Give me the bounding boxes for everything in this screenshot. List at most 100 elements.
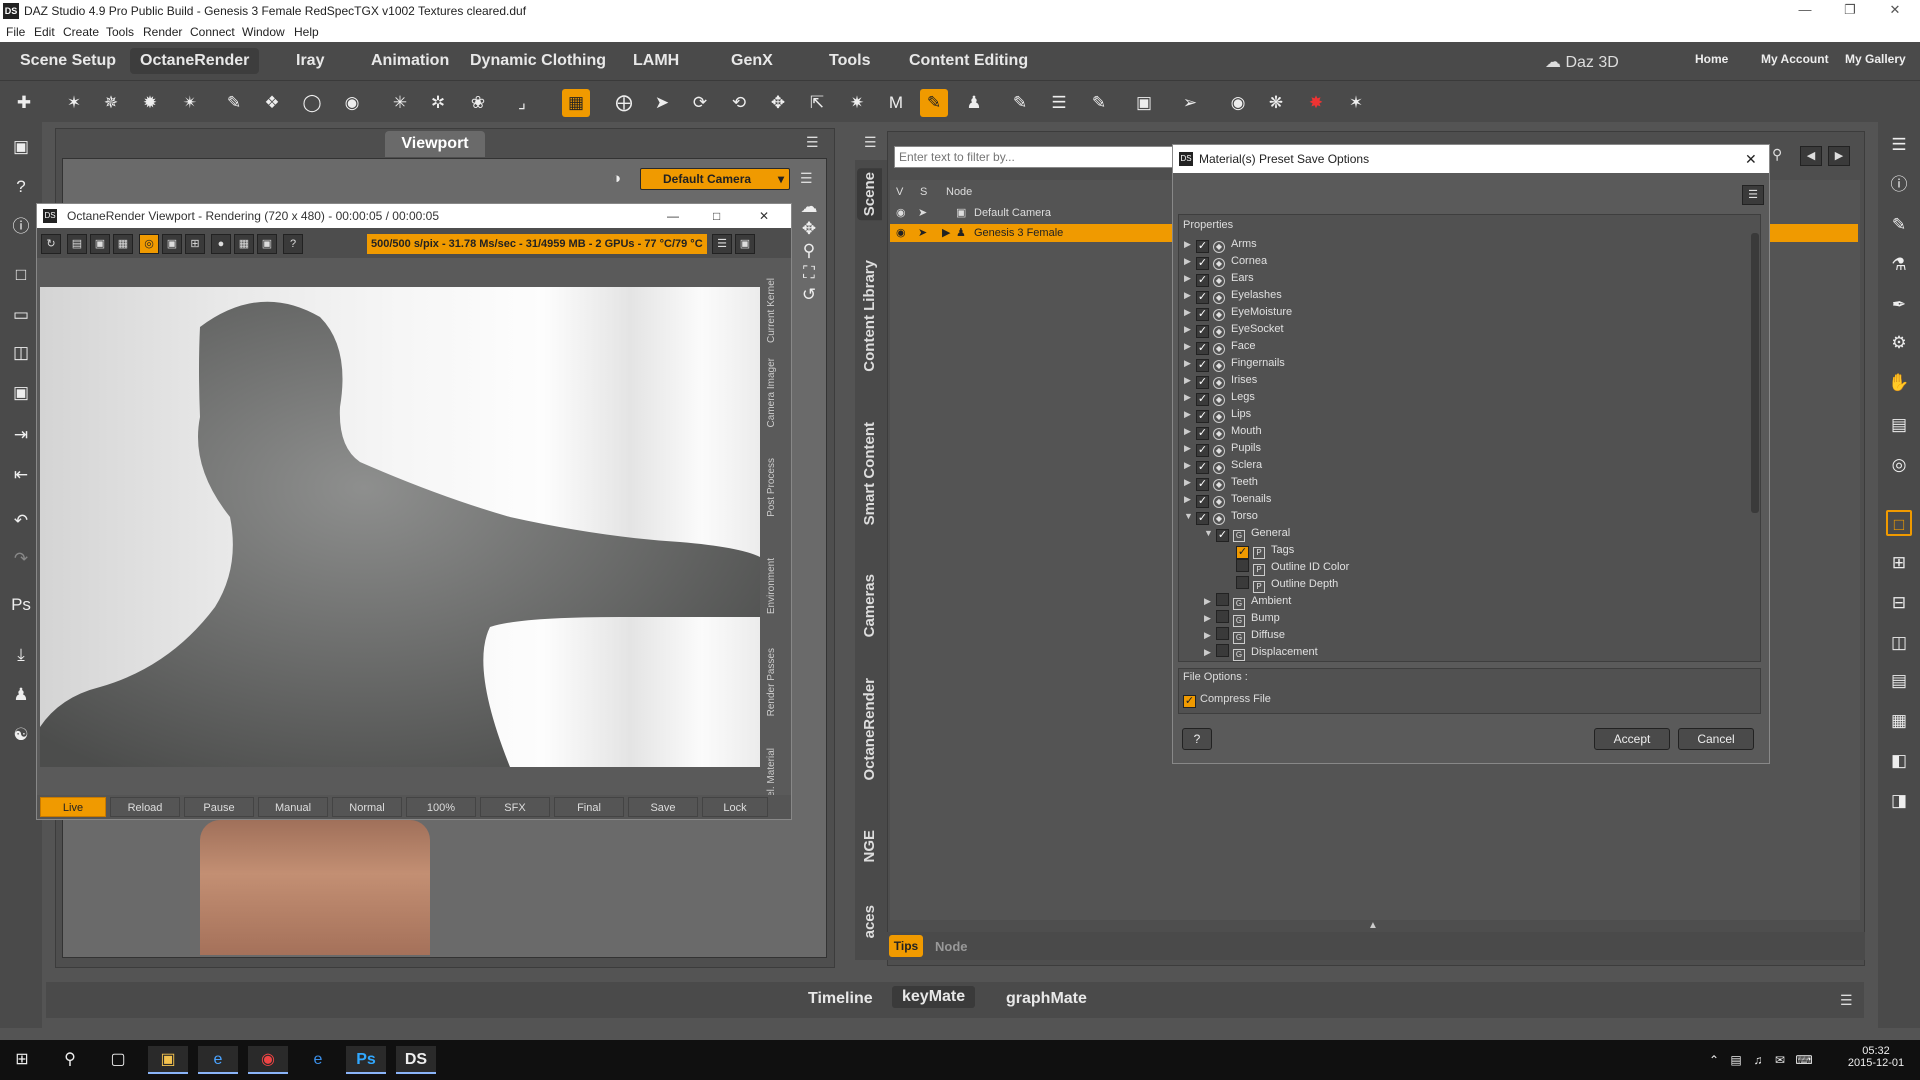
paint-icon[interactable]: ✎ bbox=[920, 89, 948, 117]
checkbox-icon[interactable] bbox=[1236, 559, 1249, 572]
joint-editor-icon[interactable]: ❖ bbox=[258, 89, 286, 117]
property-group-row[interactable]: ▶ ✓ ◆ Fingernails bbox=[1184, 355, 1285, 372]
octane-region-icon[interactable]: ▦ bbox=[113, 234, 133, 254]
camera-selector[interactable]: Default Camera ▾ bbox=[640, 168, 790, 190]
collapse-icon[interactable]: ▼ bbox=[1204, 525, 1216, 542]
octane-matrix-icon[interactable]: ▦ bbox=[234, 234, 254, 254]
octane-maximize-icon[interactable]: □ bbox=[713, 204, 720, 228]
keyboard-icon[interactable]: ⌨ bbox=[1792, 1046, 1816, 1074]
search-icon[interactable]: ⚲ bbox=[1772, 146, 1782, 163]
lock-button[interactable]: Lock bbox=[702, 797, 768, 817]
expand-icon[interactable]: ▶ bbox=[1184, 287, 1196, 304]
checkbox-icon[interactable]: ✓ bbox=[1196, 393, 1209, 406]
expand-icon[interactable]: ▶ bbox=[1184, 236, 1196, 253]
expand-icon[interactable]: ▶ bbox=[1184, 372, 1196, 389]
tab-genx[interactable]: GenX bbox=[731, 52, 773, 70]
help-icon[interactable]: ? bbox=[8, 174, 34, 200]
property-group-row[interactable]: ▶ ✓ ◆ Irises bbox=[1184, 372, 1257, 389]
menu-create[interactable]: Create bbox=[63, 25, 99, 39]
property-group-row[interactable]: ▶ ✓ ◆ Face bbox=[1184, 338, 1255, 355]
expand-icon[interactable]: ▶ bbox=[1184, 321, 1196, 338]
redo-icon[interactable]: ↷ bbox=[8, 546, 34, 572]
rotate-tool-icon[interactable]: ✹ bbox=[136, 89, 164, 117]
checkbox-icon[interactable]: ✓ bbox=[1196, 308, 1209, 321]
tab-scene-setup[interactable]: Scene Setup bbox=[20, 52, 116, 70]
octane-minimize-icon[interactable]: — bbox=[667, 204, 679, 228]
menu-window[interactable]: Window bbox=[242, 25, 285, 39]
geometry-editor-icon[interactable]: ✳ bbox=[386, 89, 414, 117]
menu-help[interactable]: Help bbox=[294, 25, 319, 39]
property-group-row[interactable]: ▶ ✓ ◆ Cornea bbox=[1184, 253, 1267, 270]
checkbox-icon[interactable]: ✓ bbox=[1196, 291, 1209, 304]
list-icon[interactable]: ▤ bbox=[1886, 412, 1912, 438]
property-row[interactable]: ✓ P Tags bbox=[1224, 542, 1294, 559]
tab-render-passes[interactable]: Render Passes bbox=[766, 648, 777, 716]
tab-nge[interactable]: NGE bbox=[861, 830, 878, 863]
save-icon[interactable]: ▣ bbox=[8, 380, 34, 406]
property-group-row[interactable]: ▶ ✓ ◆ Arms bbox=[1184, 236, 1257, 253]
tab-smart-content[interactable]: Smart Content bbox=[861, 422, 878, 525]
tab-tips[interactable]: Tips bbox=[889, 935, 923, 957]
property-group-row[interactable]: ▶ ✓ ◆ Ears bbox=[1184, 270, 1254, 287]
figure-icon[interactable]: ♟ bbox=[960, 89, 988, 117]
checkbox-icon[interactable]: ✓ bbox=[1196, 342, 1209, 355]
nav-back-icon[interactable]: ◀ bbox=[1800, 146, 1822, 166]
menu-file[interactable]: File bbox=[6, 25, 25, 39]
sfx-button[interactable]: SFX bbox=[480, 797, 550, 817]
expand-icon[interactable]: ▶ bbox=[1184, 355, 1196, 372]
nav-forward-icon[interactable]: ▶ bbox=[1828, 146, 1850, 166]
compress-file-checkbox[interactable]: ✓ Compress File bbox=[1183, 693, 1271, 708]
export-icon[interactable]: ⇤ bbox=[8, 462, 34, 488]
strand-icon[interactable]: ☰ bbox=[1045, 89, 1073, 117]
pane-menu-icon[interactable]: ☰ bbox=[1886, 132, 1912, 158]
pan-nav-icon[interactable]: ✥ bbox=[798, 218, 820, 240]
checkbox-icon[interactable]: ✓ bbox=[1196, 274, 1209, 287]
zoom-nav-icon[interactable]: ⚲ bbox=[798, 240, 820, 262]
property-group-row[interactable]: ▶ ✓ ◆ Toenails bbox=[1184, 491, 1271, 508]
manual-button[interactable]: Manual bbox=[258, 797, 328, 817]
property-group-row[interactable]: ▶ ✓ ◆ Legs bbox=[1184, 389, 1255, 406]
merge-icon[interactable]: ◫ bbox=[8, 340, 34, 366]
run-icon[interactable]: ☯ bbox=[8, 722, 34, 748]
universal-tool-icon[interactable]: ✶ bbox=[60, 89, 88, 117]
expand-icon[interactable]: ▶ bbox=[1204, 593, 1216, 610]
tab-lamh[interactable]: LAMH bbox=[633, 52, 679, 70]
bottom-pane-menu-icon[interactable]: ☰ bbox=[1840, 992, 1853, 1009]
photoshop-bridge-icon[interactable]: Ps bbox=[8, 592, 34, 618]
question-icon[interactable]: ⓘ bbox=[8, 214, 34, 240]
checkbox-icon[interactable] bbox=[1216, 610, 1229, 623]
my-account-link[interactable]: My Account bbox=[1761, 52, 1829, 66]
menu-tools[interactable]: Tools bbox=[106, 25, 134, 39]
property-group-row[interactable]: ▶ ✓ ◆ Sclera bbox=[1184, 457, 1262, 474]
tray-arrow-icon[interactable]: ⌃ bbox=[1704, 1046, 1724, 1074]
select-arrow-icon[interactable]: ➤ bbox=[918, 224, 927, 242]
tab-octanerender[interactable]: OctaneRender bbox=[130, 48, 260, 74]
layout-hsplit-icon[interactable]: ⊟ bbox=[1886, 590, 1912, 616]
photoshop-icon[interactable]: Ps bbox=[346, 1046, 386, 1074]
morph-icon[interactable]: M bbox=[882, 89, 910, 117]
search-icon[interactable]: ⚲ bbox=[50, 1046, 90, 1074]
octane-clay-icon[interactable]: ▣ bbox=[90, 234, 110, 254]
property-row[interactable]: P Outline Depth bbox=[1224, 576, 1338, 593]
property-group-row[interactable]: ▼ ✓ ◆ Torso bbox=[1184, 508, 1258, 525]
clock[interactable]: 05:32 2015-12-01 bbox=[1840, 1045, 1912, 1069]
dropper-icon[interactable]: ✒ bbox=[1886, 292, 1912, 318]
cursor-icon[interactable]: ➤ bbox=[648, 89, 676, 117]
octane-grid-icon[interactable]: ▦ bbox=[562, 89, 590, 117]
restore-icon[interactable]: ❐ bbox=[1830, 2, 1870, 18]
region-nav-icon[interactable]: ◯ bbox=[298, 89, 326, 117]
layout-bottom-icon[interactable]: ▤ bbox=[1886, 668, 1912, 694]
home-link[interactable]: Home bbox=[1695, 52, 1728, 66]
checkbox-icon[interactable] bbox=[1216, 627, 1229, 640]
tab-current-kernel[interactable]: Current Kernel bbox=[766, 278, 777, 343]
expand-icon[interactable]: ▶ bbox=[1184, 491, 1196, 508]
translate-tool-icon[interactable]: ✵ bbox=[97, 89, 125, 117]
layout-right-icon[interactable]: ◨ bbox=[1886, 788, 1912, 814]
scene-filter-input[interactable] bbox=[894, 146, 1174, 168]
expand-icon[interactable]: ▶ bbox=[1204, 644, 1216, 661]
octane-save-icon[interactable]: ▤ bbox=[67, 234, 87, 254]
checkbox-icon[interactable]: ✓ bbox=[1216, 529, 1229, 542]
checkbox-icon[interactable]: ✓ bbox=[1196, 512, 1209, 525]
help-button[interactable]: ? bbox=[1182, 728, 1212, 750]
checkbox-icon[interactable] bbox=[1216, 593, 1229, 606]
